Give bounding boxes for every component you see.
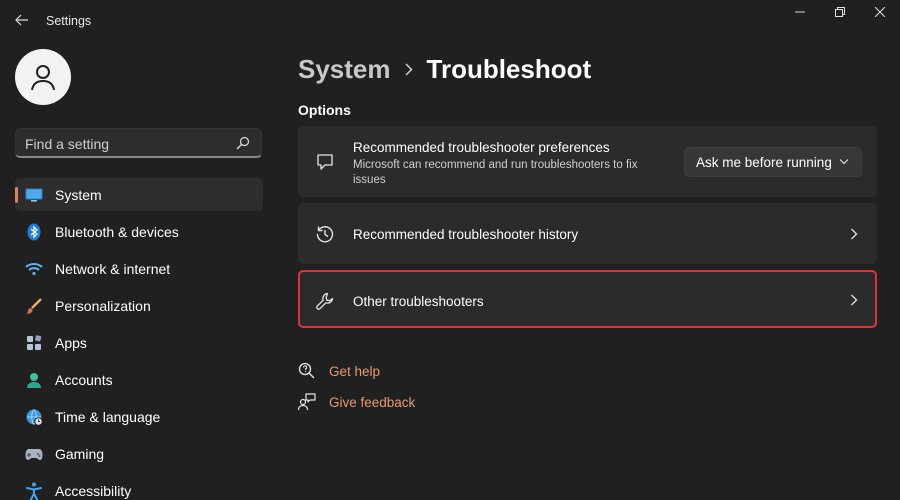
sidebar-item-label: Time & language xyxy=(55,408,161,425)
brush-icon xyxy=(25,297,43,315)
globe-clock-icon xyxy=(25,408,43,426)
feedback-icon xyxy=(298,393,316,411)
other-troubleshooters-card[interactable]: Other troubleshooters xyxy=(298,270,877,328)
page-title: Troubleshoot xyxy=(426,53,592,84)
sidebar-item-label: Accessibility xyxy=(55,482,132,499)
chat-bubble-icon xyxy=(315,152,335,172)
card-title: Recommended troubleshooter history xyxy=(353,227,579,242)
minimize-button[interactable] xyxy=(786,4,814,20)
card-title: Other troubleshooters xyxy=(353,294,484,309)
dropdown-value: Ask me before running xyxy=(696,154,832,170)
sidebar-item-accounts[interactable]: Accounts xyxy=(15,363,263,396)
sidebar-item-label: Accounts xyxy=(55,371,113,388)
history-icon xyxy=(315,224,335,244)
breadcrumb-parent[interactable]: System xyxy=(298,54,391,85)
card-description: Microsoft can recommend and run troubles… xyxy=(353,159,638,186)
apps-icon xyxy=(25,334,43,352)
troubleshooter-history-card[interactable]: Recommended troubleshooter history xyxy=(298,203,877,264)
app-title: Settings xyxy=(46,14,92,28)
restore-button[interactable] xyxy=(826,4,854,20)
sidebar-item-network[interactable]: Network & internet xyxy=(15,252,263,285)
sidebar-item-time-language[interactable]: Time & language xyxy=(15,400,263,433)
breadcrumb: System Troubleshoot xyxy=(298,52,591,86)
minimize-icon xyxy=(795,11,805,13)
search-box[interactable] xyxy=(15,128,262,158)
controller-icon xyxy=(25,445,43,463)
sidebar-item-accessibility[interactable]: Accessibility xyxy=(15,474,263,500)
wrench-icon xyxy=(315,291,335,311)
accessibility-icon xyxy=(25,482,43,500)
sidebar-item-label: System xyxy=(55,186,102,203)
give-feedback-label: Give feedback xyxy=(329,394,416,410)
chevron-right-icon xyxy=(849,227,859,241)
avatar[interactable] xyxy=(15,49,71,105)
sidebar-item-bluetooth[interactable]: Bluetooth & devices xyxy=(15,215,263,248)
chevron-down-icon xyxy=(839,159,849,165)
help-icon xyxy=(298,362,316,380)
search-icon[interactable] xyxy=(236,136,250,150)
get-help-link[interactable]: Get help xyxy=(298,361,380,381)
user-icon xyxy=(31,65,55,91)
get-help-label: Get help xyxy=(329,363,381,379)
troubleshooter-preferences-card: Recommended troubleshooter preferences M… xyxy=(298,126,877,197)
sidebar-item-label: Network & internet xyxy=(55,260,171,277)
sidebar-item-label: Bluetooth & devices xyxy=(55,223,179,240)
sidebar-item-label: Personalization xyxy=(55,297,151,314)
bluetooth-icon xyxy=(25,223,43,241)
chevron-right-icon xyxy=(849,293,859,307)
sidebar-item-label: Gaming xyxy=(55,445,105,462)
back-button[interactable] xyxy=(12,10,32,30)
troubleshooter-preference-dropdown[interactable]: Ask me before running xyxy=(684,147,862,177)
wifi-icon xyxy=(25,260,43,278)
restore-icon xyxy=(835,7,845,17)
back-arrow-icon xyxy=(15,14,28,26)
close-icon xyxy=(875,7,885,17)
section-label: Options xyxy=(298,102,351,118)
card-title: Recommended troubleshooter preferences xyxy=(353,140,610,155)
title-bar: Settings xyxy=(0,0,900,40)
sidebar-nav: System Bluetooth & devices Network & int… xyxy=(15,178,263,500)
person-icon xyxy=(25,371,43,389)
close-button[interactable] xyxy=(866,4,894,20)
sidebar-item-apps[interactable]: Apps xyxy=(15,326,263,359)
chevron-right-icon xyxy=(404,62,413,76)
monitor-icon xyxy=(25,186,43,204)
give-feedback-link[interactable]: Give feedback xyxy=(298,392,415,412)
sidebar-item-gaming[interactable]: Gaming xyxy=(15,437,263,470)
search-input[interactable] xyxy=(25,135,225,153)
sidebar-item-label: Apps xyxy=(55,334,87,351)
sidebar-item-system[interactable]: System xyxy=(15,178,263,211)
sidebar-item-personalization[interactable]: Personalization xyxy=(15,289,263,322)
